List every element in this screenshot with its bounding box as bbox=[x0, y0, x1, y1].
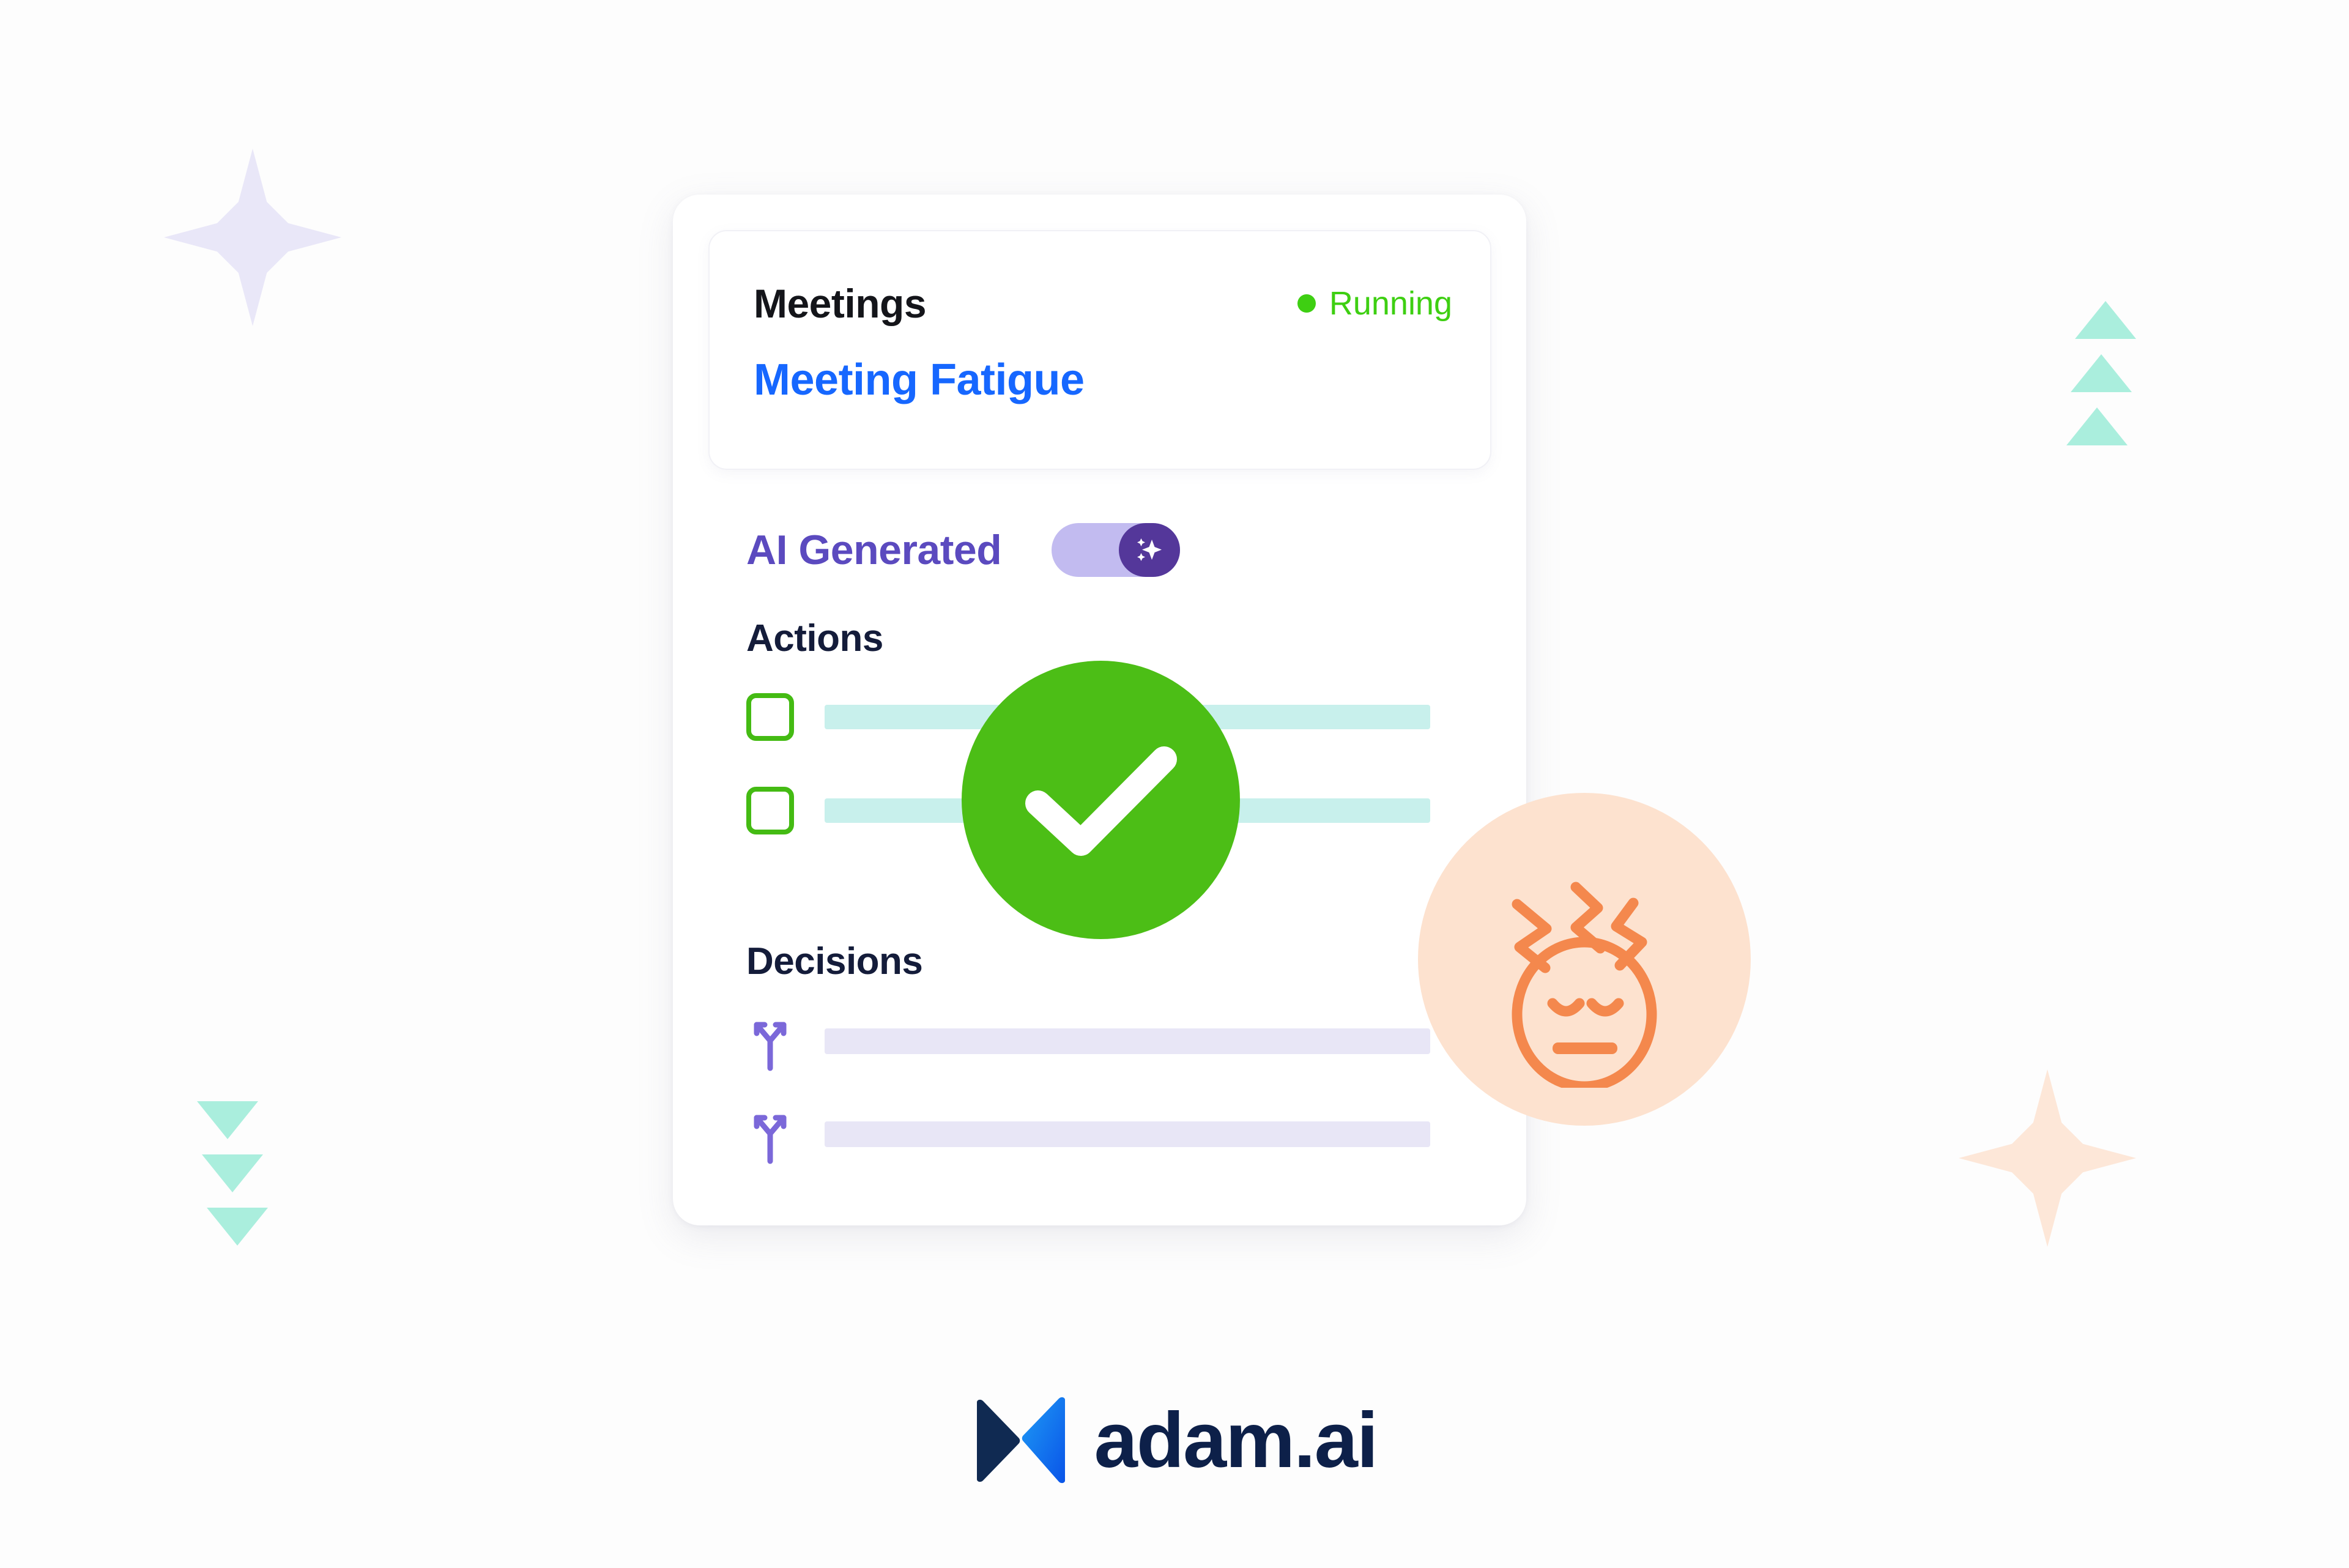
decision-item-row[interactable] bbox=[746, 1104, 1430, 1164]
status-label: Running bbox=[1329, 285, 1452, 322]
decoration-triangle-down-group bbox=[197, 1101, 268, 1246]
triangle-up-icon bbox=[2071, 354, 2132, 392]
status-badge: Running bbox=[1297, 284, 1452, 322]
triangle-down-icon bbox=[197, 1101, 258, 1139]
decision-fork-icon bbox=[754, 1022, 787, 1071]
ai-generated-toggle[interactable] bbox=[1052, 523, 1181, 577]
decoration-peach-star bbox=[1959, 1069, 2136, 1247]
checkbox-unchecked-icon[interactable] bbox=[746, 693, 794, 741]
header-row: Meetings Running bbox=[754, 280, 1452, 327]
brand-name: adam.ai bbox=[1094, 1397, 1379, 1484]
triangle-up-icon bbox=[2066, 407, 2128, 445]
checkbox-unchecked-icon[interactable] bbox=[746, 787, 794, 834]
ai-generated-row: AI Generated bbox=[746, 523, 1181, 577]
decisions-heading: Decisions bbox=[746, 940, 923, 983]
ai-generated-label: AI Generated bbox=[746, 527, 1002, 573]
actions-heading: Actions bbox=[746, 617, 883, 660]
meeting-name-link[interactable]: Meeting Fatigue bbox=[754, 355, 1085, 405]
page-title: Meetings bbox=[754, 281, 927, 326]
check-mark-icon bbox=[1025, 746, 1177, 856]
decoration-lavender-star bbox=[164, 149, 341, 326]
adam-butterfly-logo-icon bbox=[976, 1397, 1065, 1484]
decision-fork-icon bbox=[754, 1115, 787, 1164]
triangle-down-icon bbox=[207, 1208, 268, 1246]
meeting-header-card: Meetings Running Meeting Fatigue bbox=[708, 230, 1491, 470]
ai-sparkle-icon bbox=[1137, 538, 1162, 561]
decision-placeholder-bar bbox=[825, 1121, 1430, 1147]
tired-face-icon bbox=[1418, 793, 1751, 1126]
status-dot-icon bbox=[1297, 294, 1316, 313]
brand-footer: adam.ai bbox=[0, 1395, 2349, 1487]
triangle-down-icon bbox=[202, 1154, 263, 1192]
check-circle-icon bbox=[962, 661, 1240, 939]
decision-item-row[interactable] bbox=[746, 1011, 1430, 1071]
triangle-up-icon bbox=[2075, 301, 2136, 339]
fatigue-glyph bbox=[1512, 882, 1657, 1088]
toggle-knob[interactable] bbox=[1119, 523, 1181, 577]
decision-placeholder-bar bbox=[825, 1028, 1430, 1054]
decoration-triangle-up-group bbox=[2066, 301, 2136, 445]
